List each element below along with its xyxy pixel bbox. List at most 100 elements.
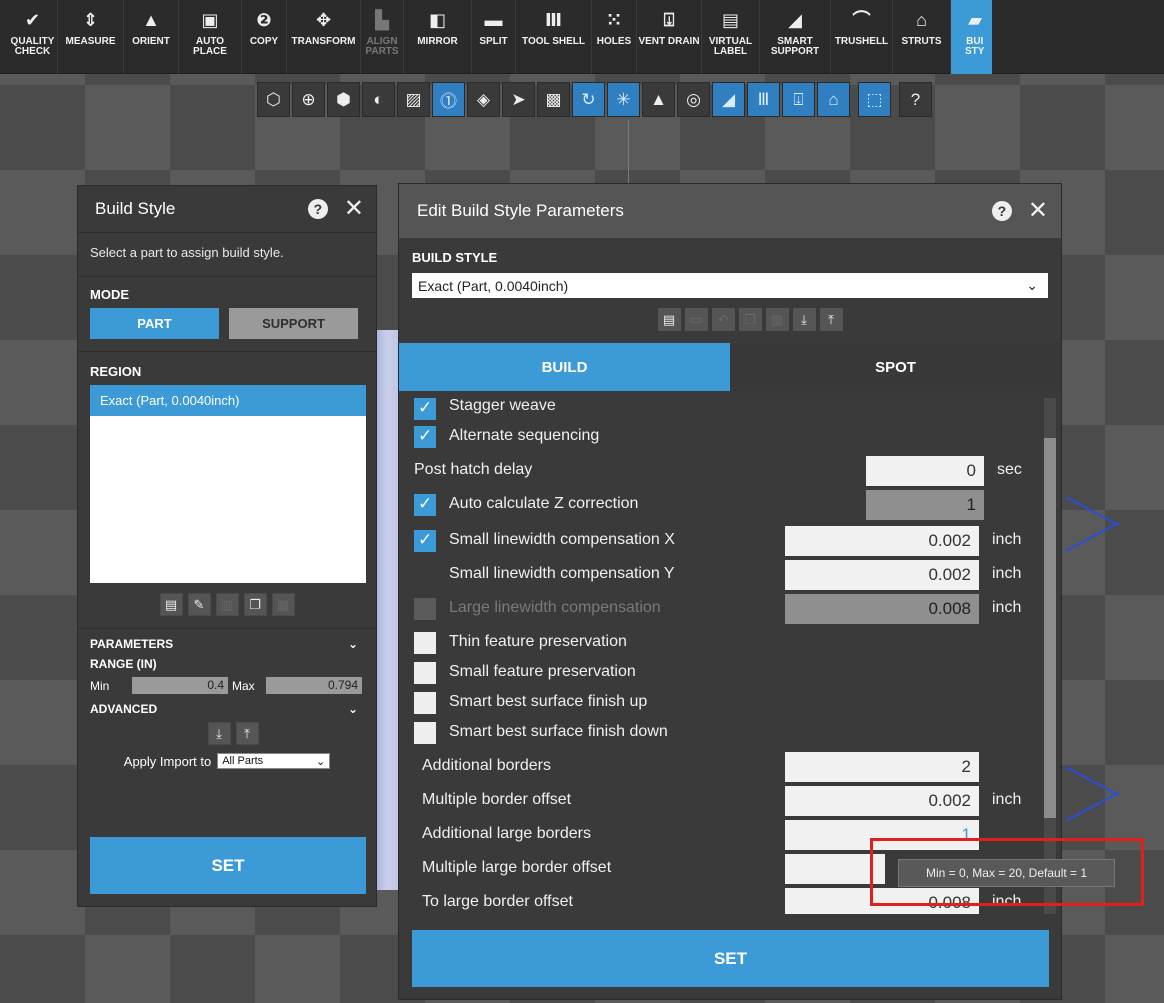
platform-icon[interactable]: ▲ (642, 82, 675, 117)
help-icon[interactable]: ? (899, 82, 932, 117)
close-icon[interactable]: ✕ (1028, 199, 1048, 223)
multiple-border-offset-input[interactable]: 0.002 (785, 786, 979, 816)
toolbar-build-style[interactable]: ▰ BUI STY (951, 0, 992, 74)
cursor-icon[interactable]: ➤ (502, 82, 535, 117)
parameter-scrollbar[interactable] (1044, 398, 1056, 914)
toolbar-tool-shell[interactable]: Ⅲ TOOL SHELL (516, 0, 592, 74)
shaded-hex-icon[interactable]: ⬢ (327, 82, 360, 117)
delete-icon[interactable]: ▥ (765, 308, 789, 331)
undo-icon[interactable]: ↶ (711, 308, 735, 331)
help-icon[interactable]: ? (991, 201, 1012, 221)
region-toolbar: ▤ ✎ ▥ ❐ ▦ (78, 593, 376, 616)
edit-pencil-icon[interactable]: ✎ (187, 593, 211, 616)
build-style-value: Exact (Part, 0.0040inch) (418, 277, 569, 294)
thin-feature-checkbox[interactable] (414, 632, 436, 654)
scrollbar-thumb[interactable] (1044, 438, 1056, 818)
zoom-icon[interactable]: ⊕ (292, 82, 325, 117)
help-icon[interactable]: ? (307, 199, 328, 219)
post-hatch-delay-input[interactable]: 0 (866, 456, 984, 486)
set-button[interactable]: SET (90, 837, 366, 894)
toolbar-mirror[interactable]: ◧ MIRROR (404, 0, 472, 74)
build-style-toolbar: ▤ ▭ ↶ ❐ ▥ ⤓ ⤒ (439, 308, 1061, 331)
vent-view-icon[interactable]: ⍗ (782, 82, 815, 117)
toolbar-copy[interactable]: ❷ COPY (242, 0, 287, 74)
llc-checkbox[interactable] (414, 598, 436, 620)
toolbar-struts[interactable]: ⌂ STRUTS (893, 0, 951, 74)
export-icon[interactable]: ⤒ (819, 308, 843, 331)
tab-build[interactable]: BUILD (399, 343, 730, 391)
duplicate-icon[interactable]: ❐ (243, 593, 267, 616)
parameters-section[interactable]: PARAMETERS ⌄ (78, 637, 376, 651)
wireframe-cube-icon[interactable]: ⬚ (858, 82, 891, 117)
toolbar-smart-support[interactable]: ◢ SMART SUPPORT (760, 0, 831, 74)
rotate-icon[interactable]: ↻ (572, 82, 605, 117)
build-style-panel: Build Style ? ✕ Select a part to assign … (77, 185, 377, 907)
toolbar-edge (0, 0, 8, 74)
min-value-field[interactable]: 0.4 (132, 677, 228, 694)
trushell-view-icon[interactable]: ⌂ (817, 82, 850, 117)
new-style-icon[interactable]: ▤ (657, 308, 681, 331)
tool-shell-view-icon[interactable]: Ⅲ (747, 82, 780, 117)
hatch-icon[interactable]: ▨ (397, 82, 430, 117)
overhang-icon[interactable]: ⓵ (432, 82, 465, 117)
small-feature-checkbox[interactable] (414, 662, 436, 684)
additional-borders-input[interactable]: 2 (785, 752, 979, 782)
new-region-icon[interactable]: ▤ (159, 593, 183, 616)
best-up-checkbox[interactable] (414, 692, 436, 714)
toolbar-virtual-label[interactable]: ▤ VIRTUAL LABEL (702, 0, 760, 74)
toolbar-auto-place[interactable]: ▣ AUTO PLACE (179, 0, 242, 74)
toolbar-measure[interactable]: ⇕ MEASURE (58, 0, 124, 74)
checker-icon[interactable]: ▩ (537, 82, 570, 117)
toolbar-quality-check[interactable]: ✔ QUALITY CHECK (8, 0, 58, 74)
close-icon[interactable]: ✕ (344, 197, 364, 221)
auto-z-input[interactable]: 1 (866, 490, 984, 520)
eraser-icon[interactable]: ◈ (467, 82, 500, 117)
stagger-weave-checkbox[interactable] (414, 398, 436, 420)
export-icon[interactable]: ⤒ (235, 722, 259, 745)
llc-input[interactable]: 0.008 (785, 594, 979, 624)
slc-y-input[interactable]: 0.002 (785, 560, 979, 590)
toolbar-align-parts[interactable]: ▙ ALIGN PARTS (361, 0, 404, 74)
param-label: Smart best surface finish up (449, 693, 648, 710)
half-circle-icon[interactable]: ◐ (362, 82, 395, 117)
mode-support-button[interactable]: SUPPORT (229, 308, 358, 339)
toolbar-holes[interactable]: ⁙ HOLES (592, 0, 637, 74)
chevron-down-icon[interactable]: ⌄ (348, 637, 358, 651)
smart-support-view-icon[interactable]: ◢ (712, 82, 745, 117)
alternate-sequencing-checkbox[interactable] (414, 426, 436, 448)
import-icon[interactable]: ⤓ (207, 722, 231, 745)
toolbar-vent-drain[interactable]: ⍗ VENT DRAIN (637, 0, 702, 74)
delete-icon[interactable]: ▥ (215, 593, 239, 616)
import-icon[interactable]: ⤓ (792, 308, 816, 331)
slc-x-input[interactable]: 0.002 (785, 526, 979, 556)
view-cube-icon[interactable]: ⬡ (257, 82, 290, 117)
region-list[interactable]: Exact (Part, 0.0040inch) (90, 385, 366, 583)
advanced-section[interactable]: ADVANCED ⌄ (78, 702, 376, 716)
visibility-icon[interactable]: ◎ (677, 82, 710, 117)
set-button[interactable]: SET (412, 930, 1049, 987)
slc-x-checkbox[interactable] (414, 530, 436, 552)
toolbar-orient[interactable]: ▲ ORIENT (124, 0, 179, 74)
build-style-select[interactable]: Exact (Part, 0.0040inch) ⌄ (412, 273, 1048, 298)
toolbar-transform[interactable]: ✥ TRANSFORM (287, 0, 361, 74)
save-icon[interactable]: ▭ (684, 308, 708, 331)
mode-part-button[interactable]: PART (90, 308, 219, 339)
max-value-field[interactable]: 0.794 (266, 677, 362, 694)
toolbar-trushell[interactable]: ⌒ TRUSHELL (831, 0, 893, 74)
best-down-checkbox[interactable] (414, 722, 436, 744)
part-edge-line (1065, 792, 1119, 822)
unit-label: sec (997, 461, 1022, 478)
auto-z-checkbox[interactable] (414, 494, 436, 516)
range-label: RANGE (IN) (90, 657, 157, 671)
apply-import-select[interactable]: All Parts ⌄ (217, 753, 331, 769)
paste-icon[interactable]: ▦ (271, 593, 295, 616)
toolbar-split[interactable]: ▬ SPLIT (472, 0, 516, 74)
region-list-item[interactable]: Exact (Part, 0.0040inch) (90, 385, 366, 416)
chevron-down-icon[interactable]: ⌄ (348, 702, 358, 716)
part-edge-line (1065, 766, 1119, 796)
region-label: REGION (90, 364, 142, 379)
copy-style-icon[interactable]: ❐ (738, 308, 762, 331)
light-icon[interactable]: ✳ (607, 82, 640, 117)
tab-spot[interactable]: SPOT (730, 343, 1061, 391)
unit-label: inch (992, 565, 1022, 582)
